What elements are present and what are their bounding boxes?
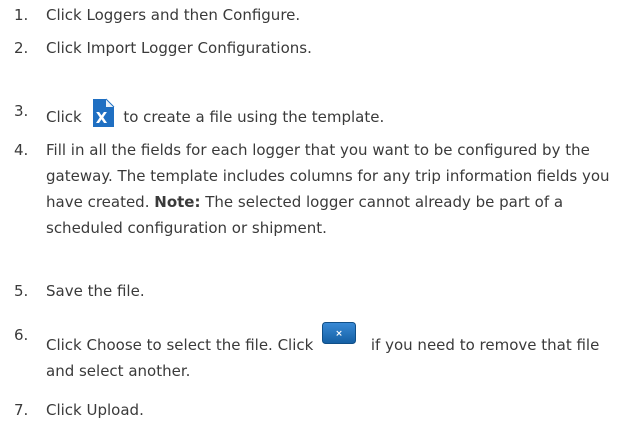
step-number: 2.	[14, 39, 29, 57]
step-text: Click Import Logger Configurations.	[46, 39, 312, 57]
step-body: Fill in all the fields for each logger t…	[46, 137, 614, 241]
step-number: 5.	[14, 282, 29, 300]
remove-file-icon: ×	[322, 322, 357, 344]
step-text: Save the file.	[46, 282, 145, 300]
step-5: 5. Save the file.	[14, 278, 614, 304]
svg-text:X: X	[95, 109, 107, 127]
step-7: 7. Click Upload.	[14, 397, 614, 423]
step-number: 6.	[14, 326, 29, 344]
excel-file-icon: X	[90, 98, 116, 128]
step-text: Click	[46, 108, 82, 126]
step-text: to create a file using the template.	[123, 108, 385, 126]
step-3: 3. Click X to create a file using the te…	[14, 98, 614, 130]
note-label: Note:	[154, 193, 201, 211]
step-4: 4. Fill in all the fields for each logge…	[14, 137, 614, 241]
step-body: Click Choose to select the file. Click ×…	[46, 322, 614, 384]
step-body: Click X to create a file using the templ…	[46, 98, 614, 130]
step-2: 2. Click Import Logger Configurations.	[14, 35, 614, 61]
svg-text:×: ×	[335, 329, 343, 339]
step-6: 6. Click Choose to select the file. Clic…	[14, 322, 614, 384]
step-1: 1. Click Loggers and then Configure.	[14, 2, 614, 28]
step-text: Click Loggers and then Configure.	[46, 6, 301, 24]
step-number: 1.	[14, 6, 29, 24]
step-number: 4.	[14, 141, 29, 159]
step-text: Click Upload.	[46, 401, 144, 419]
step-text: Click Choose to select the file. Click	[46, 336, 314, 354]
step-number: 3.	[14, 102, 29, 120]
step-number: 7.	[14, 401, 29, 419]
